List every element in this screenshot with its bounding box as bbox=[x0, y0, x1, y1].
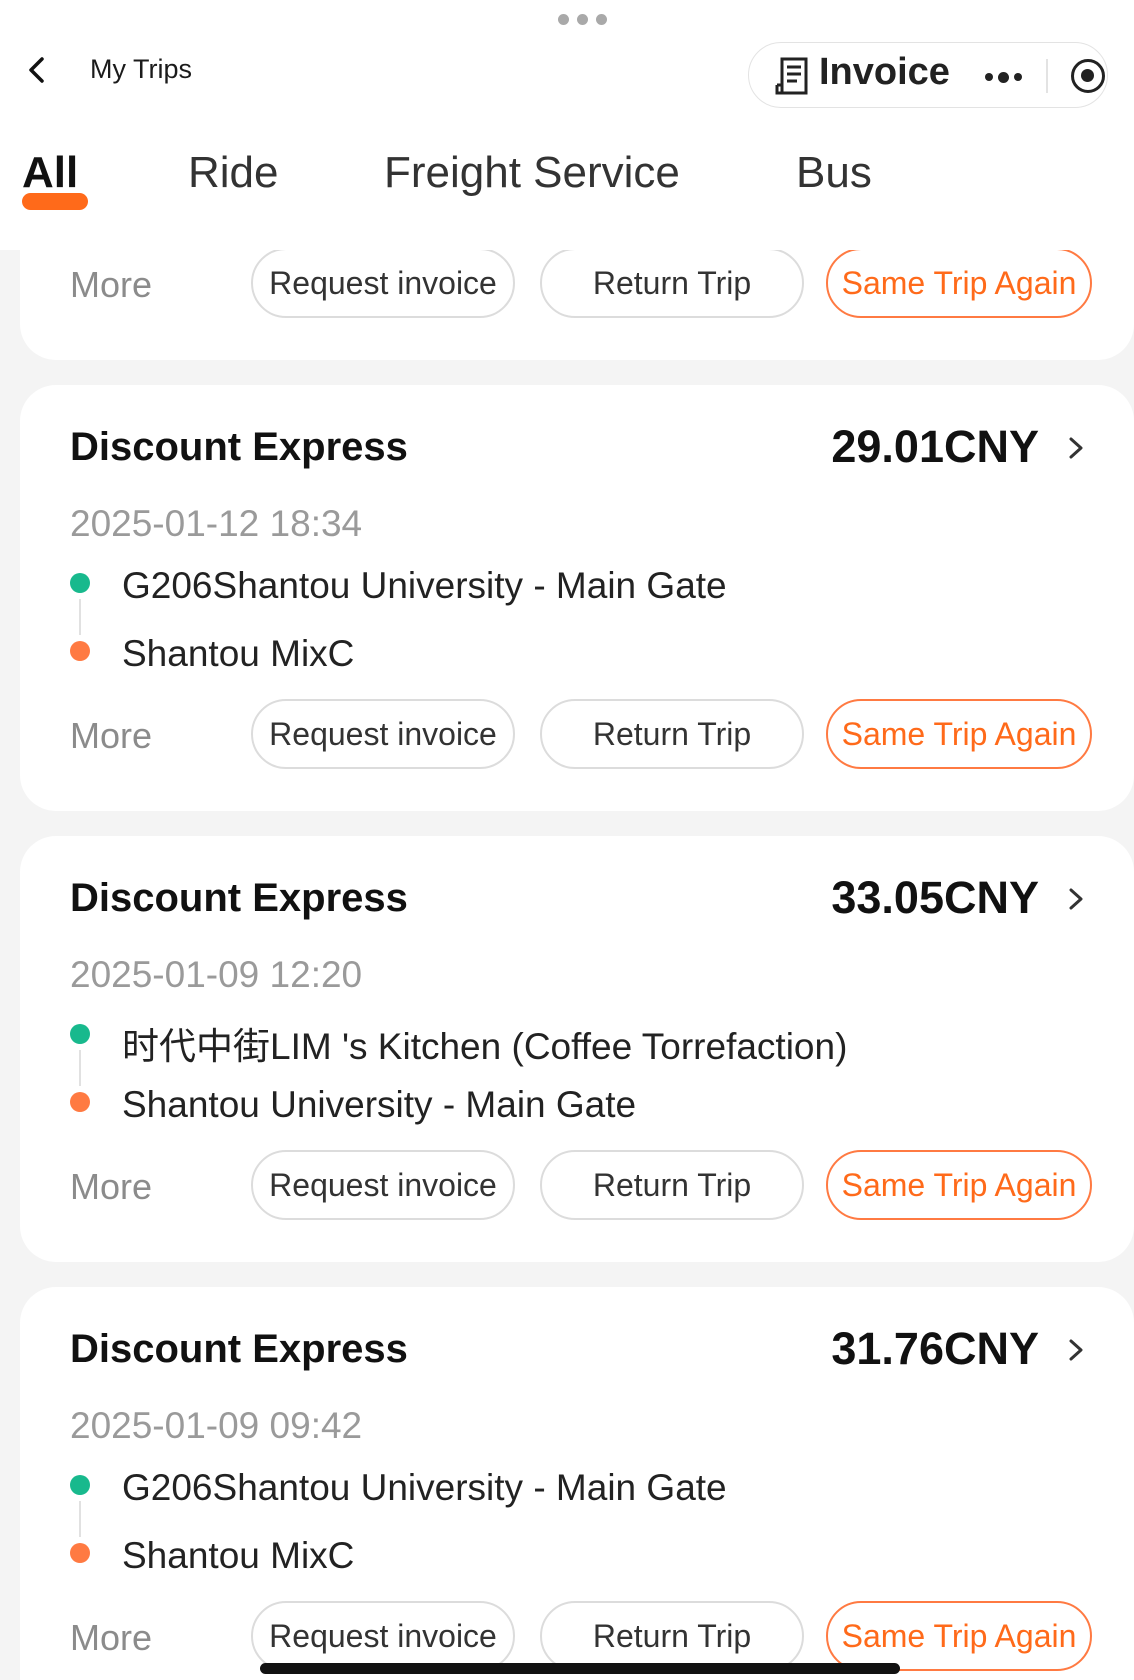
mini-program-capsule: Invoice bbox=[748, 42, 1108, 108]
trip-origin: G206Shantou University - Main Gate bbox=[122, 1467, 727, 1508]
trip-price: 29.01CNY bbox=[831, 421, 1039, 472]
chevron-right-icon[interactable] bbox=[1066, 433, 1086, 463]
trip-card[interactable]: Discount Express 33.05CNY 2025-01-09 12:… bbox=[20, 836, 1134, 1262]
close-target-icon[interactable] bbox=[1071, 59, 1105, 93]
route-connector bbox=[79, 1501, 81, 1537]
start-dot-icon bbox=[70, 1475, 90, 1495]
same-trip-again-button[interactable]: Same Trip Again bbox=[826, 1150, 1092, 1220]
trip-datetime: 2025-01-12 18:34 bbox=[70, 503, 363, 544]
more-link[interactable]: More bbox=[70, 1166, 152, 1208]
more-link[interactable]: More bbox=[70, 264, 152, 306]
start-dot-icon bbox=[70, 1024, 90, 1044]
return-trip-button[interactable]: Return Trip bbox=[540, 248, 804, 318]
receipt-icon[interactable] bbox=[773, 55, 811, 97]
tab-ride[interactable]: Ride bbox=[188, 148, 279, 198]
same-trip-again-button[interactable]: Same Trip Again bbox=[826, 248, 1092, 318]
trip-card[interactable]: Discount Express 31.76CNY 2025-01-09 09:… bbox=[20, 1287, 1134, 1680]
return-trip-button[interactable]: Return Trip bbox=[540, 1601, 804, 1671]
route-connector bbox=[79, 1050, 81, 1086]
end-dot-icon bbox=[70, 1092, 90, 1112]
return-trip-button[interactable]: Return Trip bbox=[540, 699, 804, 769]
trip-title: Discount Express bbox=[70, 876, 408, 920]
tab-bus[interactable]: Bus bbox=[796, 148, 872, 198]
trip-destination: Shantou MixC bbox=[122, 633, 355, 674]
invoice-button[interactable]: Invoice bbox=[819, 51, 950, 94]
end-dot-icon bbox=[70, 1543, 90, 1563]
request-invoice-button[interactable]: Request invoice bbox=[251, 248, 515, 318]
my-trips-page: More Request invoice Return Trip Same Tr… bbox=[0, 0, 1134, 1680]
drag-handle[interactable] bbox=[558, 14, 607, 25]
back-arrow-icon[interactable] bbox=[22, 52, 54, 88]
start-dot-icon bbox=[70, 573, 90, 593]
return-trip-button[interactable]: Return Trip bbox=[540, 1150, 804, 1220]
request-invoice-button[interactable]: Request invoice bbox=[251, 699, 515, 769]
trip-price: 33.05CNY bbox=[831, 872, 1039, 923]
tab-freight-service[interactable]: Freight Service bbox=[384, 148, 680, 198]
trip-datetime: 2025-01-09 12:20 bbox=[70, 954, 363, 995]
trip-origin: G206Shantou University - Main Gate bbox=[122, 565, 727, 606]
capsule-divider bbox=[1046, 59, 1048, 93]
end-dot-icon bbox=[70, 641, 90, 661]
home-indicator[interactable] bbox=[260, 1663, 900, 1674]
trip-card[interactable]: Discount Express 29.01CNY 2025-01-12 18:… bbox=[20, 385, 1134, 811]
trip-price: 31.76CNY bbox=[831, 1323, 1039, 1374]
tab-all[interactable]: All bbox=[22, 148, 78, 198]
trip-destination: Shantou University - Main Gate bbox=[122, 1084, 637, 1125]
top-header: My Trips Invoice All Ride Freight Servic… bbox=[0, 0, 1134, 250]
request-invoice-button[interactable]: Request invoice bbox=[251, 1150, 515, 1220]
trip-origin: 时代中街LIM 's Kitchen (Coffee Torrefaction) bbox=[122, 1026, 848, 1067]
request-invoice-button[interactable]: Request invoice bbox=[251, 1601, 515, 1671]
page-title: My Trips bbox=[90, 54, 193, 84]
trip-type-tabs: All Ride Freight Service Bus bbox=[0, 140, 1134, 210]
chevron-right-icon[interactable] bbox=[1066, 1335, 1086, 1365]
active-tab-indicator bbox=[22, 193, 88, 210]
trip-title: Discount Express bbox=[70, 1327, 408, 1371]
trip-title: Discount Express bbox=[70, 425, 408, 469]
same-trip-again-button[interactable]: Same Trip Again bbox=[826, 699, 1092, 769]
chevron-right-icon[interactable] bbox=[1066, 884, 1086, 914]
trip-destination: Shantou MixC bbox=[122, 1535, 355, 1576]
more-link[interactable]: More bbox=[70, 1617, 152, 1659]
trip-datetime: 2025-01-09 09:42 bbox=[70, 1405, 363, 1446]
same-trip-again-button[interactable]: Same Trip Again bbox=[826, 1601, 1092, 1671]
more-options-icon[interactable] bbox=[985, 71, 1022, 83]
more-link[interactable]: More bbox=[70, 715, 152, 757]
route-connector bbox=[79, 599, 81, 635]
